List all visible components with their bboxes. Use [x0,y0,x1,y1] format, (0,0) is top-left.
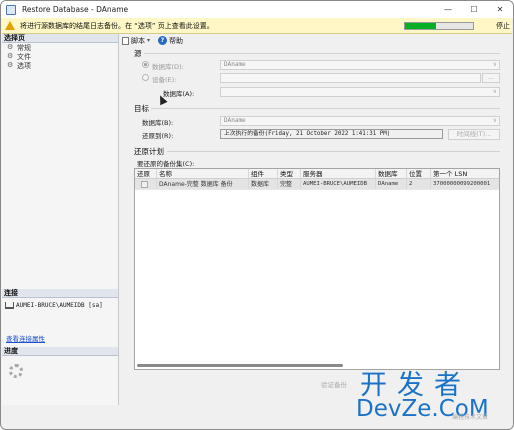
help-icon: ? [158,36,168,45]
target-database-value: DAname [224,117,246,124]
restore-cell [135,179,157,189]
column-header[interactable]: 类型 [278,169,301,178]
wrench-icon: ⚙ [7,43,14,51]
window-title: Restore Database - DAname [22,5,129,14]
database-cell: DAname [376,179,407,189]
script-button[interactable]: 脚本 ▾ [122,36,150,46]
chevron-down-icon: ▾ [147,37,151,44]
timeline-button[interactable]: 时间线(T)... [448,129,500,140]
verify-backup-label[interactable]: 验证备份 [321,379,347,389]
left-pane: 选择页 ⚙ 常规 ⚙ 文件 ⚙ 选项 连接 AUMEI-BRUCE\AUMEID… [2,34,119,405]
page-item-options[interactable]: ⚙ 选项 [2,61,118,70]
app-icon [6,4,16,15]
script-icon [122,36,129,45]
stop-button[interactable]: 停止 [496,21,510,31]
device-database-label: 数据库(A): [163,90,195,98]
database-radio-label: 数据库(D): [152,63,184,71]
target-database-select[interactable]: DAname ∨ [220,116,500,126]
grid-header: 还原 名称 组件 类型 服务器 数据库 位置 第一个 LSN [135,169,499,179]
column-header[interactable]: 位置 [407,169,431,178]
view-connection-properties-link[interactable]: 查看连接属性 [2,333,118,343]
database-radio[interactable] [142,61,149,68]
device-database-select[interactable]: ∨ [220,87,500,97]
type-cell: 完整 [278,179,301,189]
component-cell: 数据库 [249,179,278,189]
restore-plan-divider [167,151,500,152]
source-divider [144,53,500,54]
progress-fill [405,23,436,29]
target-divider [151,108,500,109]
connection-info: AUMEI-BRUCE\AUMEIDB [sa] [2,302,118,309]
restore-to-field[interactable]: 上次执行的备份(Friday, 21 October 2022 1:41:31 … [220,129,443,139]
backup-sets-grid[interactable]: 还原 名称 组件 类型 服务器 数据库 位置 第一个 LSN DAname-完整… [134,168,500,370]
title-bar: Restore Database - DAname — ☐ ✕ [1,1,513,18]
backup-sets-label: 要还原的备份集(C): [137,160,195,168]
first-lsn-cell: 37000000099200001 [433,181,491,187]
column-header[interactable]: 名称 [157,169,249,178]
device-field[interactable] [220,73,481,83]
chevron-down-icon: ∨ [492,61,497,68]
position-cell: 2 [407,179,431,189]
connection-header: 连接 [2,289,118,298]
chevron-down-icon: ∨ [492,88,497,95]
restore-plan-header: 还原计划 [134,147,164,156]
device-radio-label: 设备(E): [152,76,177,84]
restore-to-label: 还原到(R): [142,132,174,140]
script-label: 脚本 [131,36,145,45]
source-header: 源 [134,49,142,58]
restore-to-value: 上次执行的备份(Friday, 21 October 2022 1:41:31 … [224,131,391,137]
restore-database-window: Restore Database - DAname — ☐ ✕ 将进行源数据库的… [0,0,514,430]
close-icon[interactable]: ✕ [487,1,513,18]
window-controls: — ☐ ✕ [435,1,513,18]
restore-checkbox[interactable] [141,181,148,188]
column-header[interactable]: 还原 [135,169,157,178]
info-message: 将进行源数据库的结尾日志备份。在 “选项” 页上查看此设置。 [20,21,214,30]
server-cell: AUMEI-BRUCE\AUMEIDB [301,179,376,189]
table-row[interactable]: DAname-完整 数据库 备份 数据库 完整 AUMEI-BRUCE\AUME… [135,179,499,190]
target-header: 目标 [134,104,149,113]
horizontal-scrollbar[interactable] [137,364,343,367]
column-header[interactable]: 第一个 LSN [431,169,499,178]
device-radio[interactable] [142,74,149,81]
target-database-label: 数据库(B): [142,119,174,127]
wrench-icon: ⚙ [7,52,14,60]
progress-spinner-icon [9,364,23,378]
info-bar: 将进行源数据库的结尾日志备份。在 “选项” 页上查看此设置。 停止 [2,18,512,34]
help-label: 帮助 [169,36,184,45]
warning-icon [5,21,15,30]
device-browse-button[interactable]: ... [482,73,500,83]
toolbar: 脚本 ▾ ? 帮助 [120,34,513,47]
watermark-logo: 开发者 DevZe.CoM 编程技术文章 [356,363,511,427]
server-connection-icon [5,302,14,309]
progress-bar [404,22,474,30]
wrench-icon: ⚙ [7,61,14,69]
page-label: 选项 [17,61,31,70]
help-button[interactable]: ? 帮助 [158,36,183,46]
connection-text: AUMEI-BRUCE\AUMEIDB [sa] [16,302,103,309]
maximize-icon[interactable]: ☐ [461,1,487,18]
source-database-select[interactable]: DAname ∨ [220,60,500,70]
column-header[interactable]: 数据库 [376,169,407,178]
watermark-sub: 编程技术文章 [452,414,489,421]
name-cell: DAname-完整 数据库 备份 [157,179,249,189]
column-header[interactable]: 组件 [249,169,278,178]
chevron-down-icon: ∨ [492,117,497,124]
minimize-icon[interactable]: — [435,1,461,18]
column-header[interactable]: 服务器 [301,169,376,178]
progress-header: 进度 [2,347,118,356]
source-database-value: DAname [224,61,246,68]
